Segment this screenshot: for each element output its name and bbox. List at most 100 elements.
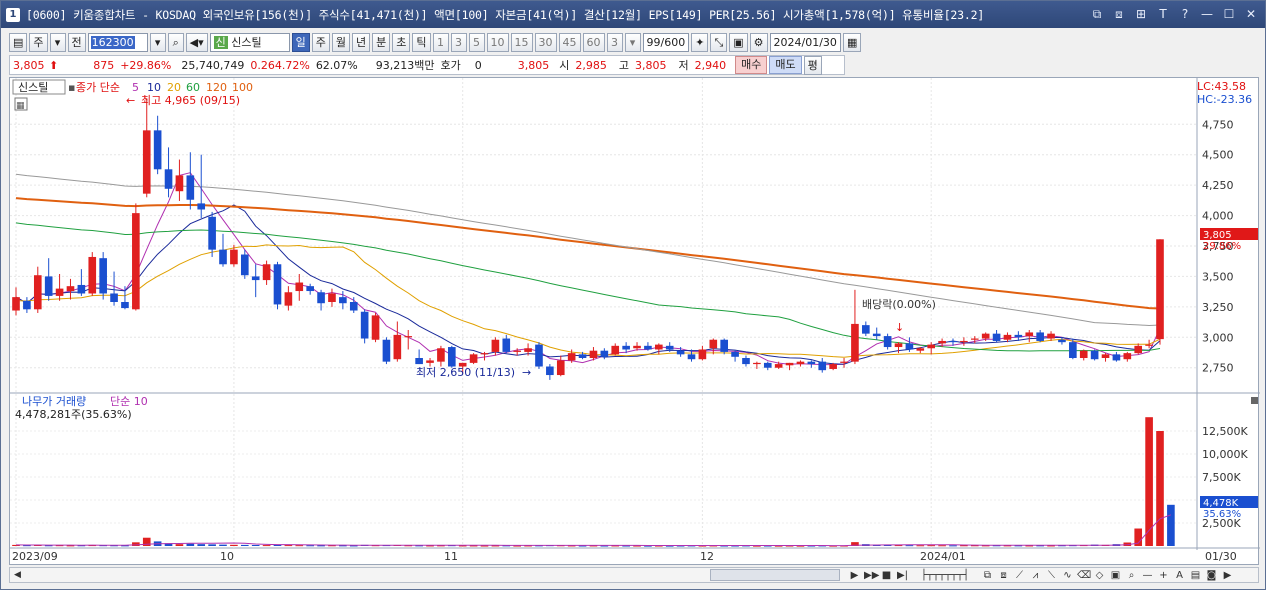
plus-icon[interactable]: +: [1157, 570, 1170, 581]
candle-body: [1058, 339, 1066, 343]
zoom-slider[interactable]: ├┬┬┬┬┬┬┤: [912, 570, 978, 581]
close-button[interactable]: ✕: [1243, 6, 1259, 22]
candle-body: [306, 286, 314, 292]
interval-dropdown[interactable]: 3: [606, 32, 623, 52]
legend-bullet: ▪: [68, 81, 75, 94]
help-icon[interactable]: ?: [1177, 6, 1193, 22]
date-input[interactable]: 2024/01/30: [769, 32, 841, 52]
candle-body: [415, 358, 423, 365]
pane-close-icon[interactable]: [1251, 397, 1258, 404]
amount-value: 93,213백만: [375, 59, 435, 72]
volume-bar: [1145, 417, 1153, 546]
scroll-left-icon[interactable]: ◀: [11, 569, 24, 581]
end-icon[interactable]: ▶|: [896, 570, 909, 581]
volume-bar: [219, 544, 227, 546]
scroll-right-icon[interactable]: ▶: [1221, 570, 1234, 581]
minimize-button[interactable]: —: [1199, 6, 1215, 22]
split-icon[interactable]: ⊞: [1133, 6, 1149, 22]
chart-canvas[interactable]: 4,7504,5004,2504,0003,7503,5003,2503,000…: [10, 78, 1260, 566]
candle-body: [687, 354, 696, 360]
scroll-thumb[interactable]: [710, 569, 840, 581]
play-icon[interactable]: ▶: [848, 570, 861, 581]
maximize-button[interactable]: ☐: [1221, 6, 1237, 22]
interval-dropdown-arrow[interactable]: ▾: [624, 32, 641, 52]
crosshair-icon[interactable]: ✦: [691, 32, 709, 52]
period-year-button[interactable]: 년: [352, 32, 371, 52]
candle-body: [763, 362, 772, 368]
candle-body: [317, 292, 325, 304]
period-month-button[interactable]: 월: [331, 32, 351, 52]
interval-10-button[interactable]: 10: [486, 32, 509, 52]
low-value: 2,940: [694, 58, 727, 72]
interval-15-button[interactable]: 15: [510, 32, 533, 52]
candle-body: [655, 344, 663, 350]
candle-body: [829, 364, 837, 369]
candle-body: [1025, 332, 1034, 337]
layout-icon[interactable]: ▤: [9, 32, 28, 52]
layout-b-icon[interactable]: ⧈: [997, 570, 1010, 581]
link-icon[interactable]: ⧉: [1089, 6, 1105, 22]
candle-body: [219, 249, 227, 265]
copy-icon[interactable]: ⧈: [1111, 6, 1127, 22]
change-pct: +29.86%: [120, 58, 172, 72]
candle-body: [676, 350, 685, 355]
horizontal-scrollbar[interactable]: ◀ ▶ ▶▶ ■ ▶| ├┬┬┬┬┬┬┤ ⧉ ⧈ ⟋ ⩘ ⟍ ∿ ⌫ ◇ ▣ ⌕…: [9, 567, 1259, 583]
code-dropdown-icon[interactable]: ▾: [149, 32, 166, 52]
period-second-button[interactable]: 초: [392, 32, 411, 52]
fib-tool-icon[interactable]: ⩘: [1029, 570, 1042, 581]
interval-1-button[interactable]: 1: [432, 32, 449, 52]
trend-tool-icon[interactable]: ⟍: [1045, 570, 1058, 581]
grid-toggle-glyph: ▦: [16, 101, 25, 111]
search-icon[interactable]: ⌕: [167, 32, 184, 52]
period-week-button[interactable]: 주: [311, 32, 330, 52]
volume-pct: 0.264.72%: [250, 58, 310, 72]
candle-body: [1134, 345, 1143, 354]
candle-body: [753, 362, 761, 365]
calendar-icon[interactable]: ▦: [842, 32, 862, 52]
current-price: 3,805: [13, 58, 45, 72]
shape-tool-icon[interactable]: ◇: [1093, 570, 1106, 581]
zoom-icon[interactable]: ⤡: [710, 32, 728, 52]
layout-a-icon[interactable]: ⧉: [981, 570, 994, 581]
eval-button[interactable]: 평: [803, 55, 822, 75]
chevron-down-icon[interactable]: ▾: [49, 32, 66, 52]
period-day-button[interactable]: 일: [291, 32, 310, 52]
interval-3-button[interactable]: 3: [450, 32, 467, 52]
chart-area[interactable]: 4,750 4,500 4,250 4,000 3,750 3,500 3,250 3,000…: [9, 77, 1260, 566]
save-icon[interactable]: ▣: [729, 32, 748, 52]
volume-series-label: 나무가 거래량: [22, 395, 86, 408]
gear-icon[interactable]: ⚙: [749, 32, 768, 52]
candle-body: [77, 284, 86, 294]
zoom-icon-bottom[interactable]: ⌕: [1125, 570, 1138, 581]
font-a-icon[interactable]: A: [1173, 570, 1186, 581]
buy-button[interactable]: 매수: [735, 56, 768, 74]
candle-body: [1036, 332, 1044, 341]
interval-45-button[interactable]: 45: [558, 32, 581, 52]
table-icon[interactable]: ▤: [1189, 570, 1202, 581]
candle-body: [589, 350, 598, 358]
stock-name-field[interactable]: 신 신스틸: [209, 32, 290, 52]
speaker-icon[interactable]: ◀▾: [185, 32, 208, 52]
stock-legend-label: 신스틸: [18, 81, 48, 94]
sell-button[interactable]: 매도: [769, 56, 802, 74]
candle-body: [273, 264, 282, 305]
interval-60-button[interactable]: 60: [582, 32, 605, 52]
camera-icon[interactable]: ◙: [1205, 570, 1218, 581]
period-tick-button[interactable]: 틱: [412, 32, 431, 52]
font-icon[interactable]: T: [1155, 6, 1171, 22]
prev-button[interactable]: 전: [67, 32, 86, 52]
period-minute-button[interactable]: 분: [372, 32, 391, 52]
candle-body: [927, 344, 936, 349]
stock-code-input[interactable]: 162300: [87, 32, 148, 52]
minus-icon[interactable]: —: [1141, 570, 1154, 581]
erase-tool-icon[interactable]: ⌫: [1077, 570, 1091, 581]
interval-5-button[interactable]: 5: [468, 32, 485, 52]
period-type-select[interactable]: 주: [29, 32, 48, 52]
wave-tool-icon[interactable]: ∿: [1061, 570, 1074, 581]
count-input[interactable]: 99/600: [642, 32, 690, 52]
ffwd-icon[interactable]: ▶▶: [864, 570, 879, 581]
capture-icon[interactable]: ▣: [1109, 570, 1122, 581]
stop-icon[interactable]: ■: [880, 570, 893, 581]
line-tool-icon[interactable]: ⟋: [1013, 570, 1026, 581]
interval-30-button[interactable]: 30: [534, 32, 557, 52]
